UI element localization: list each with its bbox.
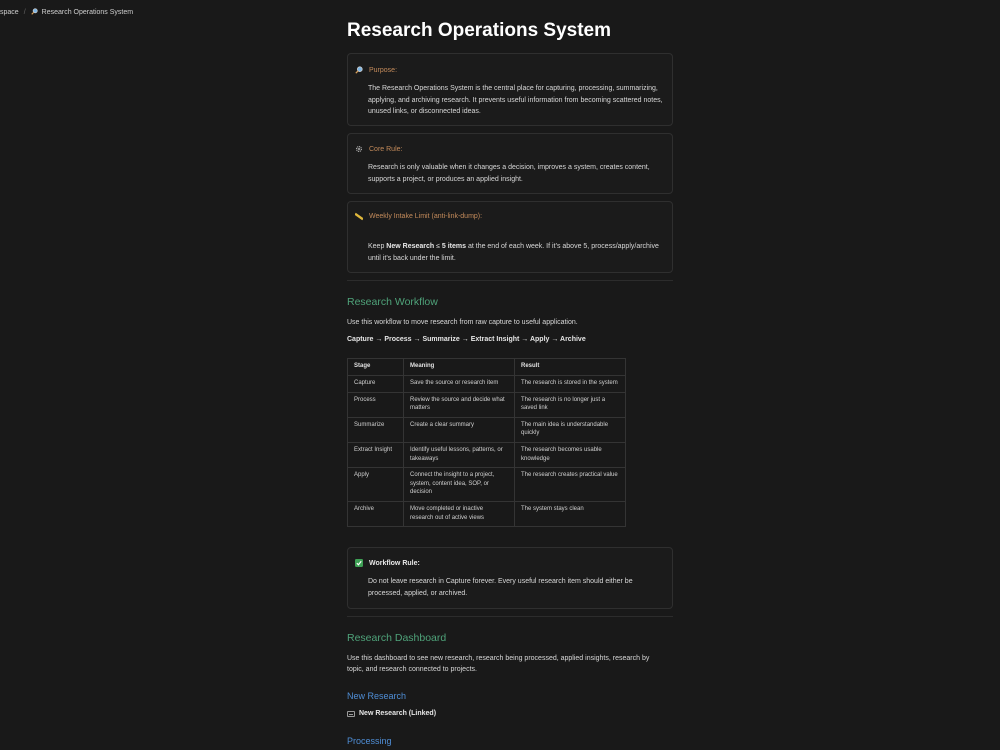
workflow-intro: Use this workflow to move research from …	[347, 319, 578, 326]
core-rule-callout: Core Rule: Research is only valuable whe…	[347, 133, 673, 194]
table-row: Capture Save the source or research item…	[347, 375, 626, 393]
table-cell: Archive	[347, 500, 404, 528]
new-research-linked-view[interactable]: New Research (Linked)	[347, 710, 436, 717]
breadcrumb: space / Research Operations System	[0, 6, 133, 18]
page-title: Research Operations System	[347, 20, 612, 41]
breadcrumb-page-label: Research Operations System	[41, 8, 134, 16]
table-cell: The system stays clean	[514, 500, 626, 528]
table-cell: Identify useful lessons, patterns, or ta…	[403, 441, 515, 469]
table-row: Archive Move completed or inactive resea…	[347, 500, 626, 528]
new-research-linked-label: New Research (Linked)	[359, 710, 437, 717]
table-row: Process Review the source and decide wha…	[347, 391, 626, 418]
table-cell: Create a clear summary	[403, 416, 515, 443]
purpose-label: Purpose:	[369, 66, 398, 74]
weekly-intake-label: Weekly Intake Limit (anti-link-dump):	[369, 212, 483, 220]
ruler-icon	[355, 212, 363, 220]
workflow-table: Stage Meaning Result Capture Save the so…	[347, 358, 626, 528]
table-row: Apply Connect the insight to a project, …	[347, 467, 626, 502]
weekly-intake-callout: Weekly Intake Limit (anti-link-dump): Ke…	[347, 201, 673, 273]
table-header-row: Stage Meaning Result	[347, 358, 626, 376]
workflow-heading: Research Workflow	[347, 296, 438, 308]
table-cell: Review the source and decide what matter…	[403, 391, 515, 418]
workflow-rule-text: Do not leave research in Capture forever…	[368, 578, 633, 597]
table-cell: The main idea is understandable quickly	[514, 416, 626, 443]
table-cell: Process	[347, 391, 404, 418]
divider	[347, 280, 673, 281]
table-cell: Connect the insight to a project, system…	[403, 467, 515, 502]
workflow-rule-label: Workflow Rule:	[369, 559, 420, 567]
workflow-rule-callout: Workflow Rule: Do not leave research in …	[347, 547, 673, 609]
dashboard-intro: Use this dashboard to see new research, …	[347, 655, 650, 673]
table-cell: Extract Insight	[347, 441, 404, 469]
dashboard-heading: Research Dashboard	[347, 632, 447, 644]
table-cell: The research becomes usable knowledge	[514, 441, 626, 469]
table-cell: The research is no longer just a saved l…	[514, 391, 626, 418]
weekly-intake-text: Keep New Research ≤ 5 items at the end o…	[368, 243, 659, 262]
workflow-flow: Capture → Process → Summarize → Extract …	[347, 336, 586, 343]
table-cell: Save the source or research item	[403, 375, 515, 393]
table-header: Result	[514, 358, 626, 376]
breadcrumb-separator: /	[23, 8, 26, 16]
breadcrumb-workspace[interactable]: space	[0, 9, 19, 16]
table-icon	[347, 710, 355, 717]
table-cell: The research creates practical value	[514, 467, 626, 502]
magnifier-icon	[355, 66, 363, 74]
gear-icon	[355, 145, 363, 153]
table-cell: Capture	[347, 375, 404, 393]
processing-heading: Processing	[347, 736, 392, 746]
core-rule-label: Core Rule:	[369, 145, 403, 153]
table-row: Extract Insight Identify useful lessons,…	[347, 441, 626, 469]
table-cell: Apply	[347, 467, 404, 502]
check-icon	[355, 559, 363, 567]
table-header: Meaning	[403, 358, 515, 376]
table-header: Stage	[347, 358, 404, 376]
purpose-callout: Purpose: The Research Operations System …	[347, 53, 673, 126]
magnifier-icon	[30, 7, 38, 17]
table-cell: The research is stored in the system	[514, 375, 626, 393]
table-cell: Move completed or inactive research out …	[403, 500, 515, 528]
core-rule-text: Research is only valuable when it change…	[368, 164, 650, 183]
divider	[347, 616, 673, 617]
new-research-heading: New Research	[347, 691, 407, 701]
purpose-text: The Research Operations System is the ce…	[368, 85, 663, 115]
table-cell: Summarize	[347, 416, 404, 443]
table-row: Summarize Create a clear summary The mai…	[347, 416, 626, 443]
breadcrumb-current-page[interactable]: Research Operations System	[30, 7, 134, 17]
